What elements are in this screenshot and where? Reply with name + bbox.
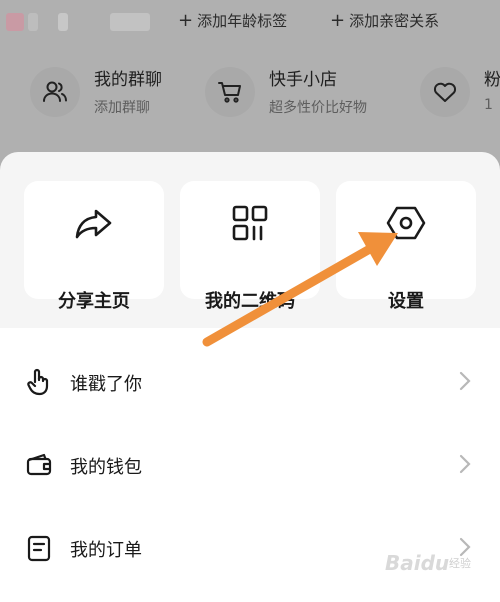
baidu-watermark: Baidu 经验 — [385, 545, 495, 585]
annotation-arrow — [202, 232, 398, 347]
watermark-text: Baidu — [385, 551, 450, 575]
watermark-sub: 经验 — [449, 557, 471, 570]
